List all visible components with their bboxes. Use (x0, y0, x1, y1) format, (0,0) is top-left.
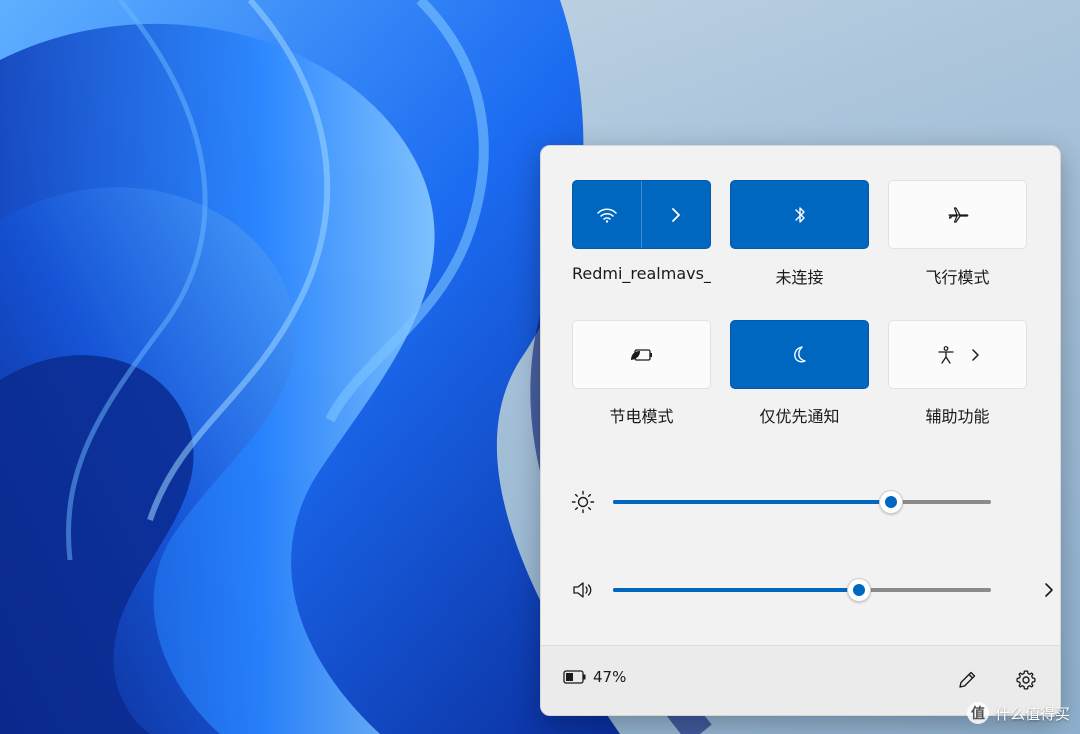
gear-icon (1016, 670, 1036, 690)
accessibility-icon (937, 345, 954, 364)
focus-assist-toggle-button[interactable] (730, 320, 869, 389)
bluetooth-icon (794, 206, 805, 223)
battery-saver-label: 节电模式 (609, 407, 674, 426)
moon-icon (793, 345, 806, 362)
edit-quick-settings-button[interactable] (953, 666, 981, 694)
bluetooth-label: 未连接 (775, 268, 824, 287)
volume-slider-row (569, 576, 1053, 604)
wifi-expand-button[interactable] (642, 181, 710, 248)
audio-output-expand-button[interactable] (1037, 578, 1060, 602)
wifi-label: Redmi_realmavs_5 (572, 264, 711, 283)
focus-assist-label: 仅优先通知 (759, 407, 840, 426)
airplane-icon (947, 206, 968, 223)
wifi-tile (572, 180, 711, 249)
settings-button[interactable] (1012, 666, 1040, 694)
site-watermark: 值 什么值得买 (966, 702, 1070, 724)
quick-settings-flyout: Redmi_realmavs_5 未连接 飞行模式 节电模式 仅优先通知 辅助功… (540, 145, 1061, 716)
bluetooth-toggle-button[interactable] (730, 180, 869, 249)
pencil-icon (959, 671, 976, 688)
speaker-icon[interactable] (569, 578, 597, 602)
airplane-label: 飞行模式 (925, 268, 990, 287)
volume-slider[interactable] (613, 578, 991, 602)
chevron-right-icon (1045, 583, 1053, 597)
brightness-slider-thumb[interactable] (878, 490, 903, 514)
battery-status[interactable]: 47% (563, 668, 626, 686)
watermark-text: 什么值得买 (994, 704, 1070, 723)
battery-icon (563, 670, 586, 684)
brightness-icon (569, 490, 597, 514)
accessibility-label: 辅助功能 (925, 407, 990, 426)
brightness-slider[interactable] (613, 490, 991, 514)
accessibility-tile[interactable] (888, 320, 1027, 389)
wifi-icon (597, 208, 617, 223)
battery-saver-icon (630, 348, 652, 361)
battery-percent: 47% (593, 668, 627, 686)
chevron-right-icon[interactable] (970, 348, 980, 362)
chevron-right-icon (672, 207, 680, 222)
brightness-slider-row (569, 488, 1037, 516)
wifi-toggle-button[interactable] (573, 181, 641, 248)
watermark-badge: 值 (966, 702, 989, 724)
battery-saver-toggle-button[interactable] (572, 320, 711, 389)
volume-slider-fill (613, 588, 859, 592)
brightness-slider-fill (613, 500, 891, 504)
airplane-mode-toggle-button[interactable] (888, 180, 1027, 249)
volume-slider-thumb[interactable] (846, 578, 871, 602)
